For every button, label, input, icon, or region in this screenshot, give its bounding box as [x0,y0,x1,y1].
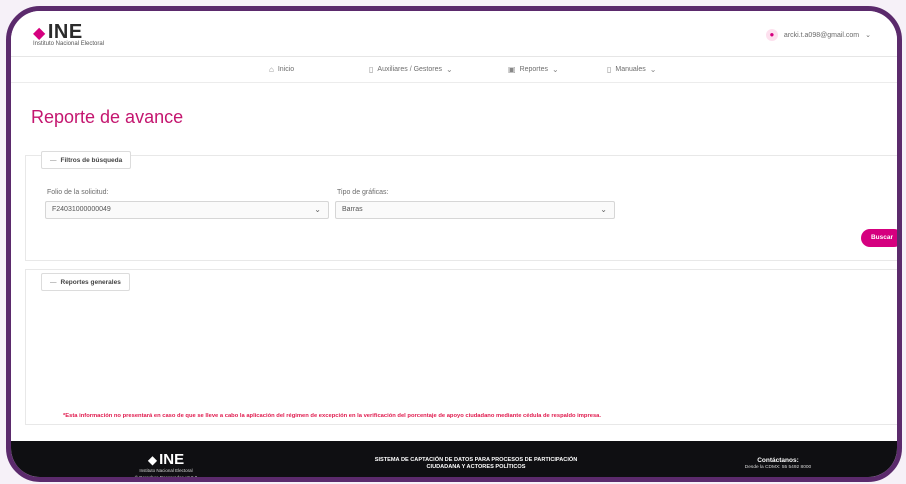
footer-logo-subtitle: Instituto Nacional Electoral [139,468,193,473]
folio-value: F24031000000049 [52,206,111,213]
nav-item-label: Manuales [615,66,646,73]
chart-type-select[interactable]: Barras ⌄ [335,201,615,219]
footer-system-line2: CIUDADANA Y ACTORES POLÍTICOS [426,464,526,470]
chevron-down-icon: ⌄ [446,65,453,74]
filters-legend: — Filtros de búsqueda [41,151,132,169]
document-icon: ▯ [369,65,374,74]
chevron-down-icon: ⌄ [600,205,607,214]
disclaimer-text: *Esta información no presentará en caso … [63,413,602,419]
nav-item-auxiliares[interactable]: ▯ Auxiliares / Gestores ⌄ [369,65,453,74]
reports-legend: — Reportes generales [41,273,130,291]
app-window: ◆ INE Instituto Nacional Electoral ● arck… [6,6,902,482]
page-title: Reporte de avance [31,107,184,127]
collapse-icon[interactable]: — [50,157,57,164]
reports-legend-label: Reportes generales [60,278,121,286]
footer: ◆ INE Instituto Nacional Electoral © Dere… [11,441,897,480]
footer-system-name: SISTEMA DE CAPTACIÓN DE DATOS PARA PROCE… [341,457,611,471]
nav-item-reportes[interactable]: ▣ Reportes ⌄ [508,65,559,74]
user-icon: ● [765,29,778,41]
report-icon: ▣ [508,65,516,74]
logo-subtitle: Instituto Nacional Electoral [33,41,105,47]
home-icon: ⌂ [269,65,274,74]
folio-select[interactable]: F24031000000049 ⌄ [45,201,329,219]
nav-item-inicio[interactable]: ⌂ Inicio [269,65,294,74]
nav-item-manuales[interactable]: ▯ Manuales ⌄ [607,65,656,74]
footer-contact-phone[interactable]: Desde la CDMX: 55 5492 8000 [723,465,833,470]
chevron-down-icon: ⌄ [865,32,871,39]
footer-system-line1: SISTEMA DE CAPTACIÓN DE DATOS PARA PROCE… [374,457,578,463]
filters-legend-label: Filtros de búsqueda [60,156,123,164]
user-email: arcki.t.a098@gmail.com [783,31,860,39]
footer-logo-text: INE [159,451,185,468]
nav-item-label: Inicio [277,66,295,73]
user-menu[interactable]: ● arcki.t.a098@gmail.com ⌄ [765,27,871,43]
manual-icon: ▯ [607,65,612,74]
nav-item-label: Reportes [519,66,548,73]
footer-contact-title: Contáctanos: [757,457,799,464]
diamond-icon: ◆ [33,25,46,42]
top-bar: ◆ INE Instituto Nacional Electoral ● arck… [11,11,897,57]
chevron-down-icon: ⌄ [551,65,559,74]
collapse-icon[interactable]: — [50,279,57,286]
footer-rights: © Derechos Reservados v2.9.0 [134,475,198,480]
footer-contact: Contáctanos: Desde la CDMX: 55 5492 8000 [723,457,833,470]
chart-type-label: Tipo de gráficas: [337,189,389,196]
footer-logo: ◆ INE Instituto Nacional Electoral © Dere… [121,451,211,480]
folio-label: Folio de la solicitud: [47,189,109,196]
search-button[interactable]: Buscar [861,229,897,247]
ine-logo[interactable]: ◆ INE Instituto Nacional Electoral [33,19,129,47]
chevron-down-icon: ⌄ [314,205,321,214]
chart-type-value: Barras [342,206,363,213]
logo-text: INE [47,21,83,43]
chevron-down-icon: ⌄ [649,65,657,74]
nav-item-label: Auxiliares / Gestores [377,66,442,73]
reports-card [25,269,897,425]
diamond-icon: ◆ [147,453,158,467]
footer-logo-mark: ◆ INE [121,451,211,468]
main-nav: ⌂ Inicio ▯ Auxiliares / Gestores ⌄ ▣ Rep… [11,57,897,83]
